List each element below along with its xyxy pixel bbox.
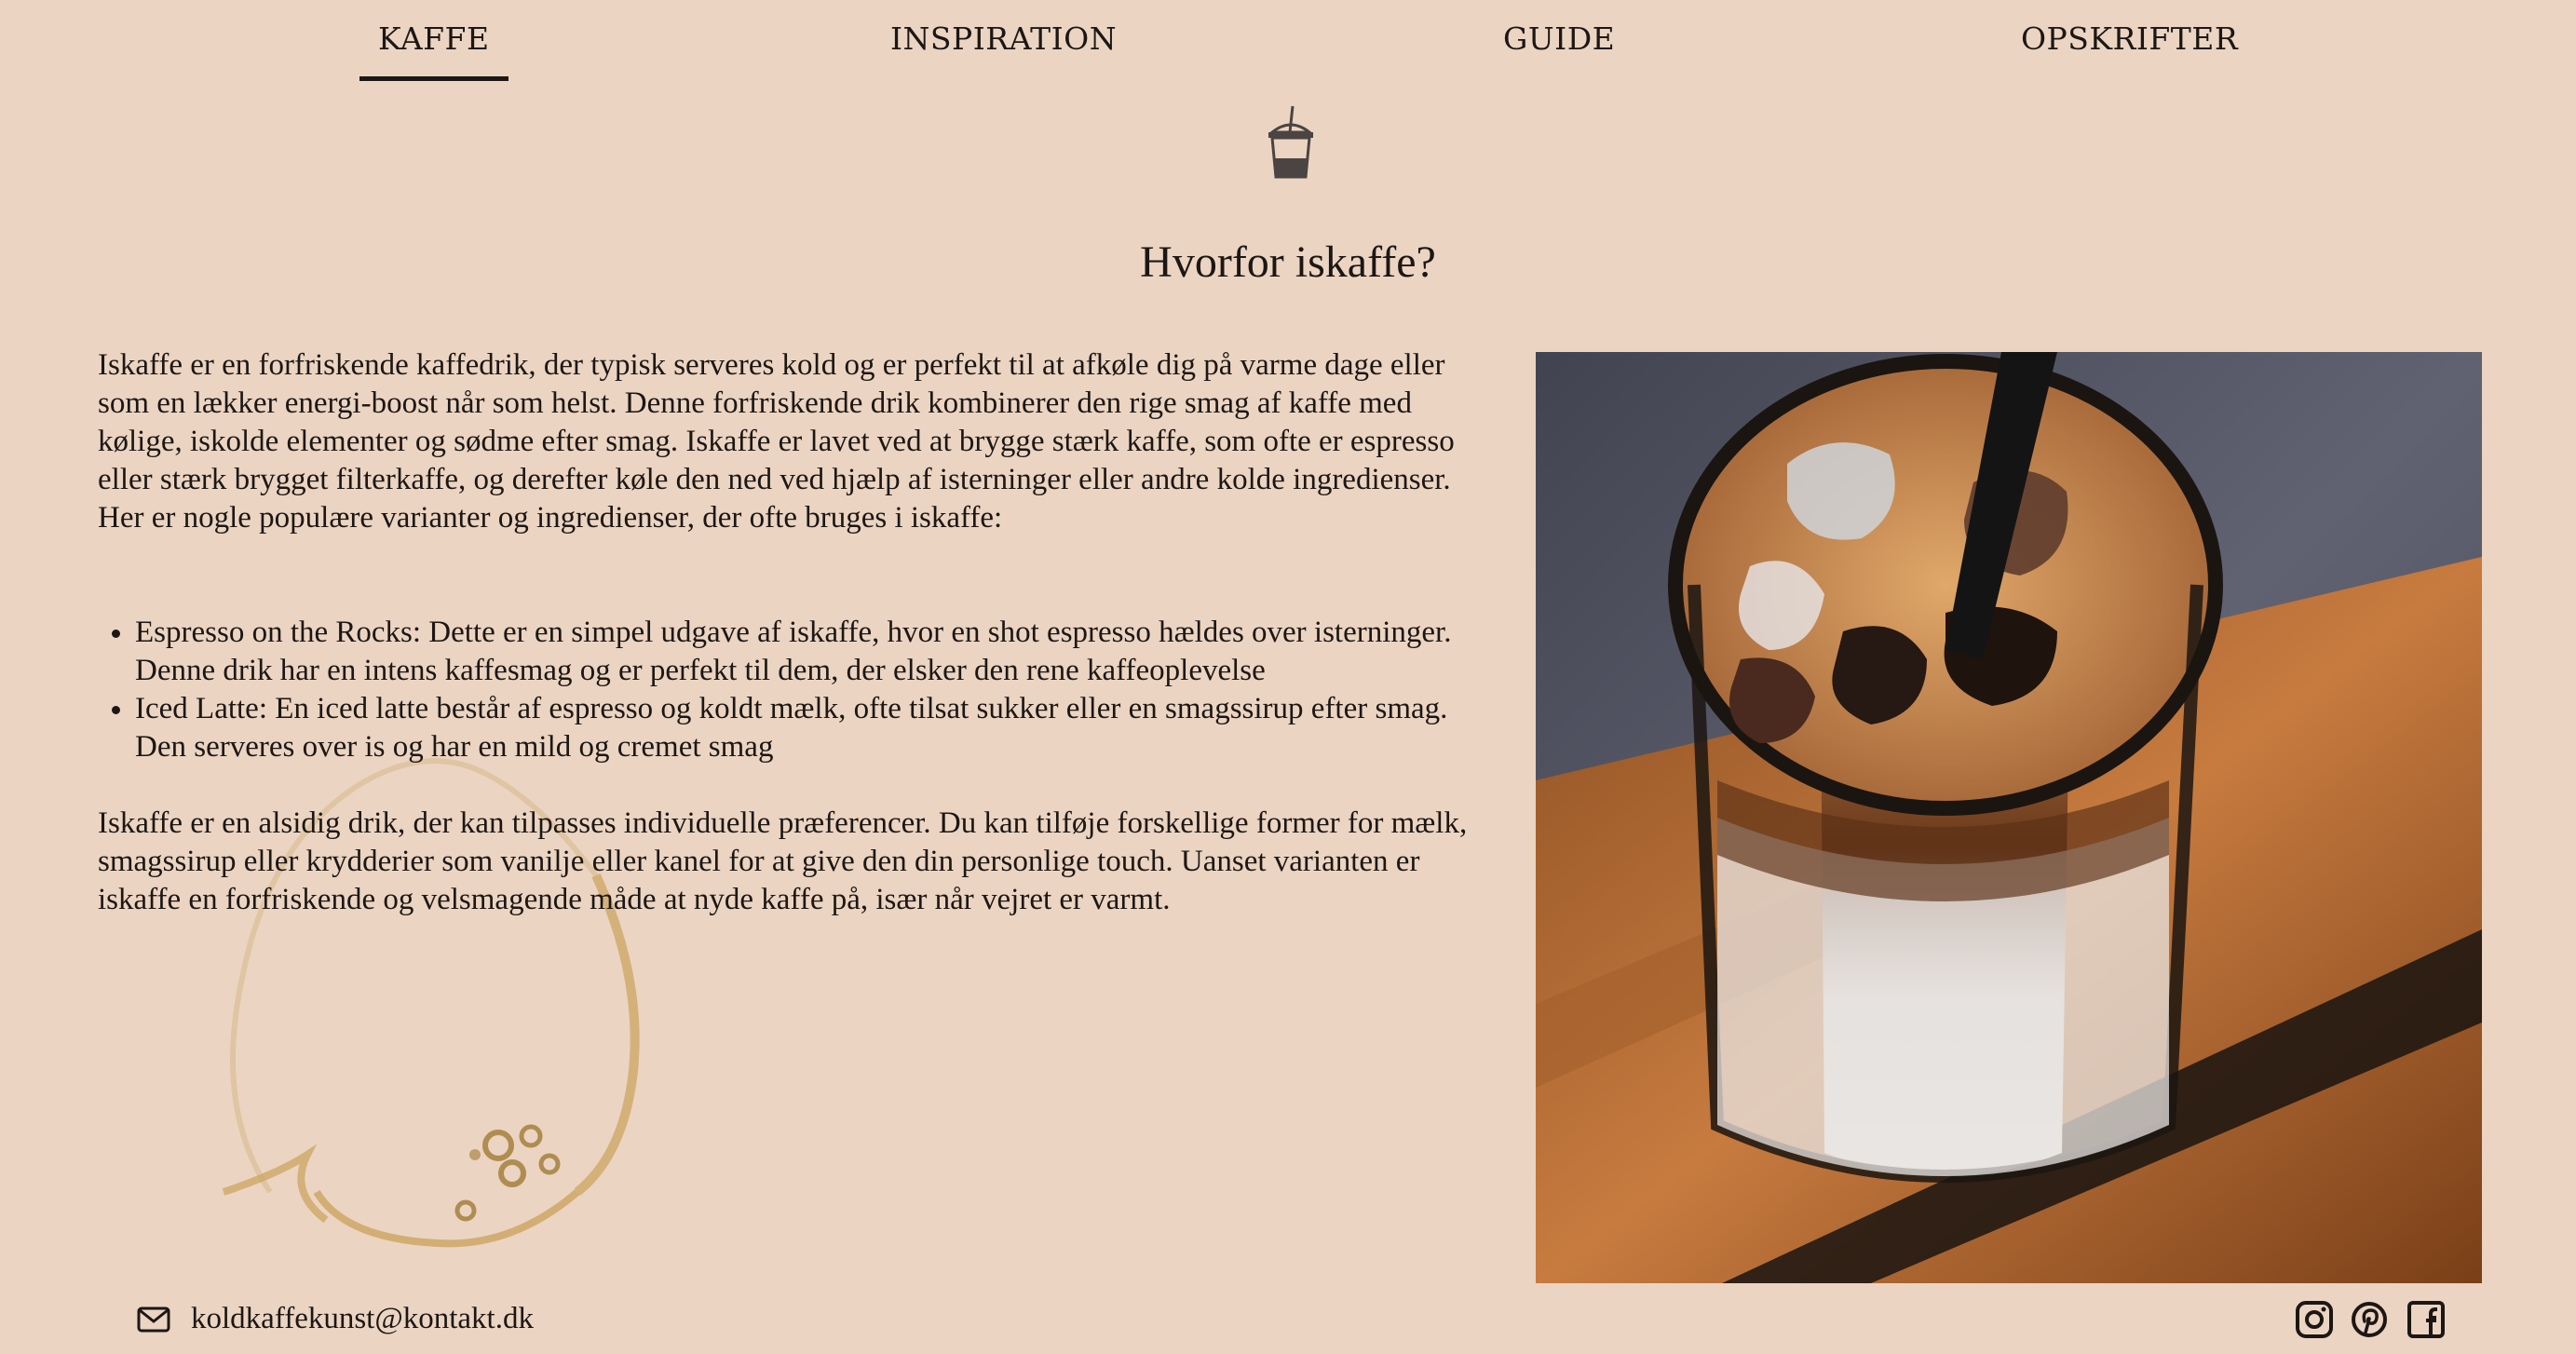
main-nav: KAFFE INSPIRATION GUIDE OPSKRIFTER [0,0,2576,88]
nav-item-inspiration[interactable]: INSPIRATION [890,20,1117,57]
instagram-icon[interactable] [2295,1300,2334,1339]
facebook-icon[interactable] [2407,1300,2446,1339]
main-content: Iskaffe er en forfriskende kaffedrik, de… [98,346,1495,919]
nav-item-guide[interactable]: GUIDE [1503,20,1615,57]
footer: koldkaffekunst@kontakt.dk [0,1283,2576,1354]
mail-icon [137,1307,170,1333]
pinterest-icon[interactable] [2350,1300,2389,1339]
iced-coffee-photo [1536,352,2482,1283]
list-item: Espresso on the Rocks: Dette er en simpe… [135,614,1495,690]
nav-item-opskrifter[interactable]: OPSKRIFTER [2021,20,2238,57]
list-item: Iced Latte: En iced latte består af espr… [135,690,1495,766]
outro-paragraph: Iskaffe er en alsidig drik, der kan tilp… [98,806,1468,916]
intro-paragraph: Iskaffe er en forfriskende kaffedrik, de… [98,348,1455,535]
nav-item-kaffe[interactable]: KAFFE [359,20,508,81]
iced-coffee-cup-icon [1268,105,1314,179]
page-title: Hvorfor iskaffe? [1140,237,1436,287]
contact-email-link[interactable]: koldkaffekunst@kontakt.dk [191,1302,534,1336]
variant-list: Espresso on the Rocks: Dette er en simpe… [98,614,1495,766]
